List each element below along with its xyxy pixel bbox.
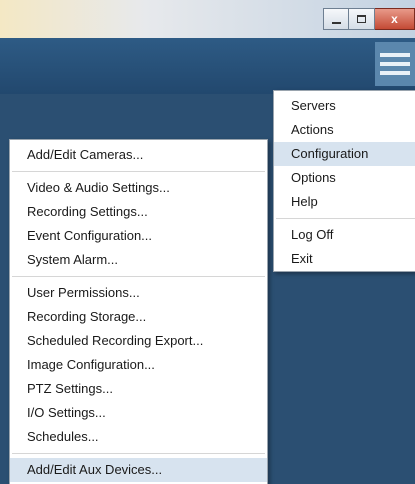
menu-item-label: Exit [291,251,313,266]
hamburger-icon-line [380,71,410,75]
menu-item-ptz-settings[interactable]: PTZ Settings... [10,377,267,401]
minimize-button[interactable] [323,8,349,30]
hamburger-icon [380,53,410,57]
window-title-bar: x [0,0,415,38]
menu-item-label: Log Off [291,227,334,242]
menu-item-schedules[interactable]: Schedules... [10,425,267,449]
menu-item-actions[interactable]: Actions [274,118,415,142]
menu-item-label: Actions [291,122,334,137]
menu-separator [12,453,265,454]
menu-separator [12,276,265,277]
menu-item-label: Configuration [291,146,369,161]
menu-separator [276,218,415,219]
menu-item-configuration[interactable]: Configuration [274,142,415,166]
menu-item-user-permissions[interactable]: User Permissions... [10,281,267,305]
menu-item-recording-storage[interactable]: Recording Storage... [10,305,267,329]
menu-item-i-o-settings[interactable]: I/O Settings... [10,401,267,425]
menu-item-label: Servers [291,98,336,113]
window-controls: x [323,8,415,32]
menu-item-options[interactable]: Options [274,166,415,190]
app-toolbar [0,38,415,94]
main-menu-button[interactable] [375,42,415,86]
menu-item-recording-settings[interactable]: Recording Settings... [10,200,267,224]
configuration-submenu: Add/Edit Cameras... Video & Audio Setting… [9,139,268,484]
menu-item-label: Options [291,170,336,185]
menu-item-image-configuration[interactable]: Image Configuration... [10,353,267,377]
menu-item-add-edit-cameras[interactable]: Add/Edit Cameras... [10,143,267,167]
menu-item-servers[interactable]: Servers [274,94,415,118]
menu-item-add-edit-aux-devices[interactable]: Add/Edit Aux Devices... [10,458,267,482]
main-dropdown-menu: Servers Actions Configuration Options Help Lo… [273,90,415,272]
menu-item-log-off[interactable]: Log Off [274,223,415,247]
menu-item-scheduled-recording-export[interactable]: Scheduled Recording Export... [10,329,267,353]
maximize-icon [357,15,366,23]
close-button[interactable]: x [375,8,415,30]
maximize-button[interactable] [349,8,375,30]
close-icon: x [391,12,398,26]
menu-item-help[interactable]: Help [274,190,415,214]
menu-separator [12,171,265,172]
menu-item-event-configuration[interactable]: Event Configuration... [10,224,267,248]
minimize-icon [331,21,341,24]
menu-item-label: Help [291,194,318,209]
menu-item-video-audio-settings[interactable]: Video & Audio Settings... [10,176,267,200]
menu-item-exit[interactable]: Exit [274,247,415,271]
menu-item-system-alarm[interactable]: System Alarm... [10,248,267,272]
hamburger-icon-line [380,62,410,66]
